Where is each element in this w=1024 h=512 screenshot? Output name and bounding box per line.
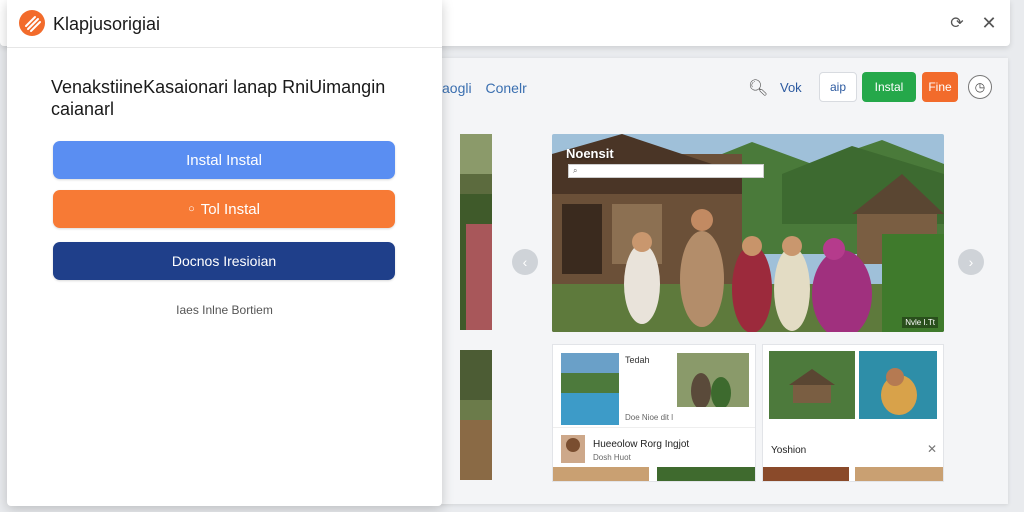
card-title: Yoshion xyxy=(771,445,807,456)
browser-page: aogli Conelr 🔍︎ Vok aip Instal Fine ◷ ‹ … xyxy=(438,58,1008,504)
card-image xyxy=(859,351,937,419)
content-card[interactable]: Yoshion ✕ xyxy=(762,344,944,482)
history-icon[interactable]: ◷ xyxy=(968,75,992,99)
breadcrumb-item[interactable]: Conelr xyxy=(485,80,526,96)
refresh-icon[interactable]: ⟳ xyxy=(946,12,968,34)
footer-link[interactable]: Iaes Inlne Bortiem xyxy=(7,303,442,317)
button-label: Instal Instal xyxy=(186,151,262,169)
hero-image[interactable]: Noensit ⌕ Nvle I.Tt xyxy=(552,134,944,332)
hero-search-input[interactable]: ⌕ xyxy=(568,164,764,178)
card-title: Hueeolow Rorg Ingjot xyxy=(593,439,690,450)
close-icon[interactable]: ✕ xyxy=(978,12,1000,34)
free-button[interactable]: Fine xyxy=(922,72,958,102)
card-image xyxy=(677,353,749,407)
search-icon[interactable]: 🔍︎ xyxy=(748,78,768,98)
breadcrumb: aogli Conelr xyxy=(442,80,537,96)
circle-icon: ○ xyxy=(188,203,195,215)
carousel-next-button[interactable]: › xyxy=(958,249,984,275)
card-image-strip xyxy=(553,467,755,481)
install-dialog: Klapjusorigiai Venakstiine​Kasaionari la… xyxy=(7,0,442,506)
app-logo-icon xyxy=(19,10,45,36)
header-link[interactable]: Vok xyxy=(780,80,802,95)
breadcrumb-item[interactable]: aogli xyxy=(442,80,472,96)
card-image-strip xyxy=(763,467,943,481)
card-label: Tedah xyxy=(625,355,650,365)
hero-badge: Nvle I.Tt xyxy=(902,317,938,328)
hero-title: Noensit xyxy=(566,146,614,161)
button-label: Tol Instal xyxy=(200,200,260,218)
tool-install-button[interactable]: ○ Tol Instal xyxy=(53,190,395,228)
carousel-prev-button[interactable]: ‹ xyxy=(512,249,538,275)
close-icon[interactable]: ✕ xyxy=(927,442,937,456)
install-button[interactable]: Instal xyxy=(862,72,916,102)
sign-in-button[interactable]: aip xyxy=(819,72,857,102)
content-card[interactable]: Tedah Doe Nioe dit l Hueeolow Rorg Ingjo… xyxy=(552,344,756,482)
dialog-heading: Venakstiine​Kasaionari lanap RniUimangin… xyxy=(51,77,386,119)
button-label: Docnos Iresioian xyxy=(171,253,277,269)
dialog-header: Klapjusorigiai xyxy=(7,0,442,48)
card-subtitle: Dosh Huot xyxy=(593,453,631,462)
app-title: Klapjusorigiai xyxy=(53,14,161,34)
documents-button[interactable]: Docnos Iresioian xyxy=(53,242,395,280)
card-date: Doe Nioe dit l xyxy=(625,413,674,422)
card-image xyxy=(769,351,855,419)
prev-slide-thumbnail[interactable] xyxy=(460,134,492,330)
card-image xyxy=(561,353,619,425)
site-header: aogli Conelr 🔍︎ Vok aip Instal Fine ◷ xyxy=(438,58,1008,116)
prev-card-thumbnail[interactable] xyxy=(460,350,492,480)
avatar xyxy=(561,435,585,463)
install-button[interactable]: Instal Instal xyxy=(53,141,395,179)
